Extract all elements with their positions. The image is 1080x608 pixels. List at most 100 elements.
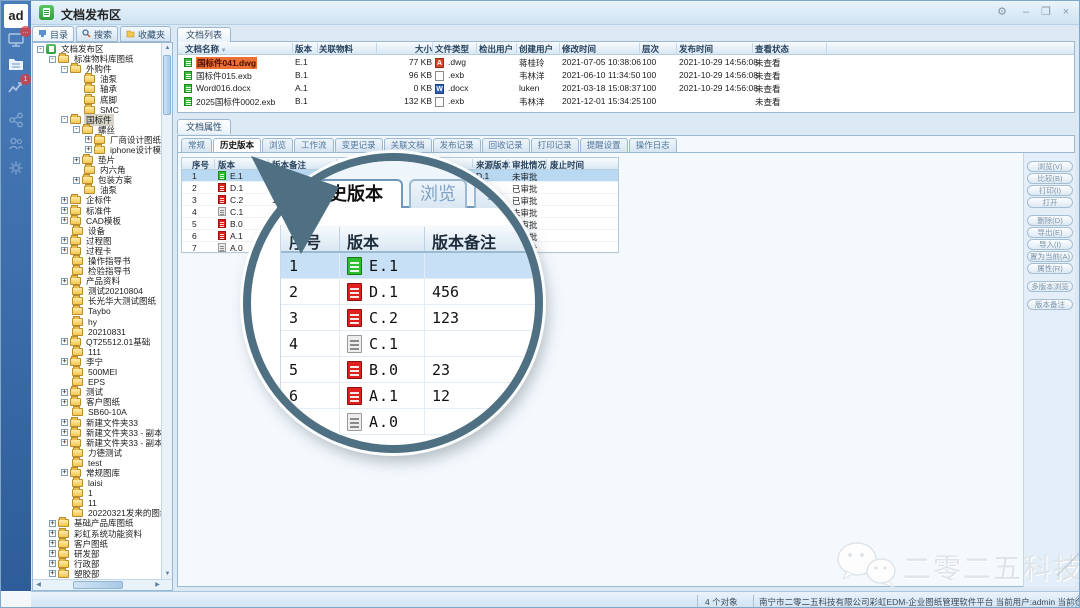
gear-icon[interactable] — [7, 159, 25, 177]
magnifier-tab-2[interactable]: 浏览 — [409, 179, 467, 208]
doc-list-column-header[interactable]: 修改时间 — [562, 43, 596, 55]
doc-list-tab[interactable]: 文档列表 — [177, 27, 231, 42]
props-tab-3[interactable]: 工作流 — [294, 138, 334, 153]
expand-icon[interactable]: + — [49, 540, 56, 547]
expand-icon[interactable]: + — [61, 439, 68, 446]
expand-icon[interactable]: + — [49, 550, 56, 557]
expand-icon[interactable]: + — [61, 207, 68, 214]
doc-list-column-header[interactable]: 检出用户 — [479, 43, 513, 55]
expand-icon[interactable]: + — [73, 157, 80, 164]
tree-item[interactable]: Taybo — [34, 306, 162, 316]
tree-item[interactable]: 500MEI — [34, 367, 162, 377]
expand-icon[interactable]: + — [85, 146, 92, 153]
props-tab-6[interactable]: 发布记录 — [433, 138, 481, 153]
window-settings-icon[interactable]: ⚙ — [995, 6, 1009, 20]
tree-item[interactable]: 1 — [34, 488, 162, 498]
monitor-icon[interactable]: … — [7, 31, 25, 49]
props-tab-0[interactable]: 常规 — [181, 138, 212, 153]
tree-vertical-scrollbar[interactable]: ▲ ▼ — [161, 43, 172, 580]
doc-list-column-header[interactable]: 文档名称 ▼ — [185, 43, 227, 55]
tree-item[interactable]: 长光华大测试图纸 — [34, 296, 162, 306]
action-button-2[interactable]: 打印(I) — [1027, 185, 1073, 196]
collapse-icon[interactable]: - — [37, 46, 44, 53]
action-button-7[interactable]: 置为当前(A) — [1027, 251, 1073, 262]
tree-item[interactable]: 底脚 — [34, 94, 162, 104]
resize-grip[interactable] — [1067, 595, 1079, 607]
action-button-1[interactable]: 比较(B) — [1027, 173, 1073, 184]
tree-item[interactable]: hy — [34, 317, 162, 327]
tree-item[interactable]: 力德测试 — [34, 448, 162, 458]
doc-list-column-header[interactable]: 创建用户 — [519, 43, 553, 55]
doc-list-column-header[interactable]: 发布时间 — [679, 43, 713, 55]
doc-list-column-header[interactable]: 查看状态 — [755, 43, 789, 55]
collapse-icon[interactable]: - — [49, 56, 56, 63]
action-button-5[interactable]: 导出(E) — [1027, 227, 1073, 238]
doc-list-column-header[interactable]: 大小 — [374, 43, 432, 55]
props-tab-9[interactable]: 提醒设置 — [580, 138, 628, 153]
props-tab-7[interactable]: 回收记录 — [482, 138, 530, 153]
collapse-icon[interactable]: - — [73, 126, 80, 133]
expand-icon[interactable]: + — [61, 469, 68, 476]
expand-icon[interactable]: + — [61, 217, 68, 224]
action-button-4[interactable]: 删除(D) — [1027, 215, 1073, 226]
doc-list-row[interactable]: 国标件041.dwgE.177 KBA.dwg蒋桂玲2021-07-05 10:… — [178, 56, 1074, 69]
tree-item[interactable]: +客户图纸 — [34, 397, 162, 407]
close-button[interactable]: × — [1059, 6, 1073, 20]
minimize-button[interactable]: – — [1019, 6, 1033, 20]
doc-list-column-header[interactable]: 层次 — [642, 43, 659, 55]
doc-list-row[interactable]: Word016.docxA.10 KBW.docxluken2021-03-18… — [178, 82, 1074, 95]
action-button-3[interactable]: 打开 — [1027, 197, 1073, 208]
action-button-6[interactable]: 导入(I) — [1027, 239, 1073, 250]
expand-icon[interactable]: + — [61, 358, 68, 365]
tree-item[interactable]: +常规图库 — [34, 468, 162, 478]
restore-button[interactable]: ❐ — [1039, 6, 1053, 20]
expand-icon[interactable]: + — [61, 247, 68, 254]
scroll-right-icon[interactable]: ▶ — [152, 580, 163, 591]
expand-icon[interactable]: + — [49, 520, 56, 527]
doc-list-column-header[interactable]: 关联物料 — [319, 43, 353, 55]
tree-item[interactable]: +李宁 — [34, 357, 162, 367]
collapse-icon[interactable]: - — [61, 116, 68, 123]
scroll-left-icon[interactable]: ◀ — [33, 580, 44, 591]
expand-icon[interactable]: + — [85, 136, 92, 143]
action-button-8[interactable]: 属性(R) — [1027, 263, 1073, 274]
expand-icon[interactable]: + — [61, 338, 68, 345]
props-tab-1[interactable]: 历史版本 — [213, 138, 261, 153]
props-tab-5[interactable]: 关联文档 — [384, 138, 432, 153]
left-tab-favorites[interactable]: 收藏夹 — [120, 26, 171, 42]
expand-icon[interactable]: + — [61, 419, 68, 426]
left-tab-search[interactable]: 搜索 — [76, 26, 118, 42]
props-tab-8[interactable]: 打印记录 — [531, 138, 579, 153]
scroll-thumb[interactable] — [163, 55, 171, 115]
expand-icon[interactable]: + — [73, 177, 80, 184]
magnifier-tab-0[interactable]: 常规 — [245, 179, 289, 208]
expand-icon[interactable]: + — [61, 278, 68, 285]
doc-props-tab[interactable]: 文档属性 — [177, 119, 231, 134]
doc-list-column-header[interactable]: 版本 — [295, 43, 312, 55]
props-tab-10[interactable]: 操作日志 — [629, 138, 677, 153]
tree-horizontal-scrollbar[interactable]: ◀ ▶ — [33, 579, 173, 590]
expand-icon[interactable]: + — [61, 429, 68, 436]
collapse-icon[interactable]: - — [61, 66, 68, 73]
share-icon[interactable] — [7, 111, 25, 129]
tree-item[interactable]: +QT25512.01基础 — [34, 337, 162, 347]
doc-list-row[interactable]: 国标件015.exbB.196 KB.exb韦林洋2021-06-10 11:3… — [178, 69, 1074, 82]
tree-item[interactable]: +塑胶部 — [34, 569, 162, 579]
doc-list-column-header[interactable]: 文件类型 — [435, 43, 469, 55]
tree-item[interactable]: laisi — [34, 478, 162, 488]
sort-descending-icon[interactable]: ▼ — [219, 48, 227, 54]
documents-icon[interactable] — [7, 55, 25, 73]
expand-icon[interactable]: + — [49, 530, 56, 537]
action-button-10[interactable]: 版本备注 — [1027, 299, 1073, 310]
left-tab-directory[interactable]: 目录 — [32, 26, 74, 42]
scroll-thumb[interactable] — [73, 581, 123, 589]
action-button-9[interactable]: 多版本浏览 — [1027, 281, 1073, 292]
expand-icon[interactable]: + — [61, 389, 68, 396]
props-tab-2[interactable]: 浏览 — [262, 138, 293, 153]
expand-icon[interactable]: + — [49, 570, 56, 577]
magnifier-tab-1[interactable]: 历史版本 — [291, 179, 403, 208]
expand-icon[interactable]: + — [49, 560, 56, 567]
action-button-0[interactable]: 浏览(V) — [1027, 161, 1073, 172]
expand-icon[interactable]: + — [61, 197, 68, 204]
magnifier-tab-3[interactable]: 工作流 — [474, 179, 543, 208]
